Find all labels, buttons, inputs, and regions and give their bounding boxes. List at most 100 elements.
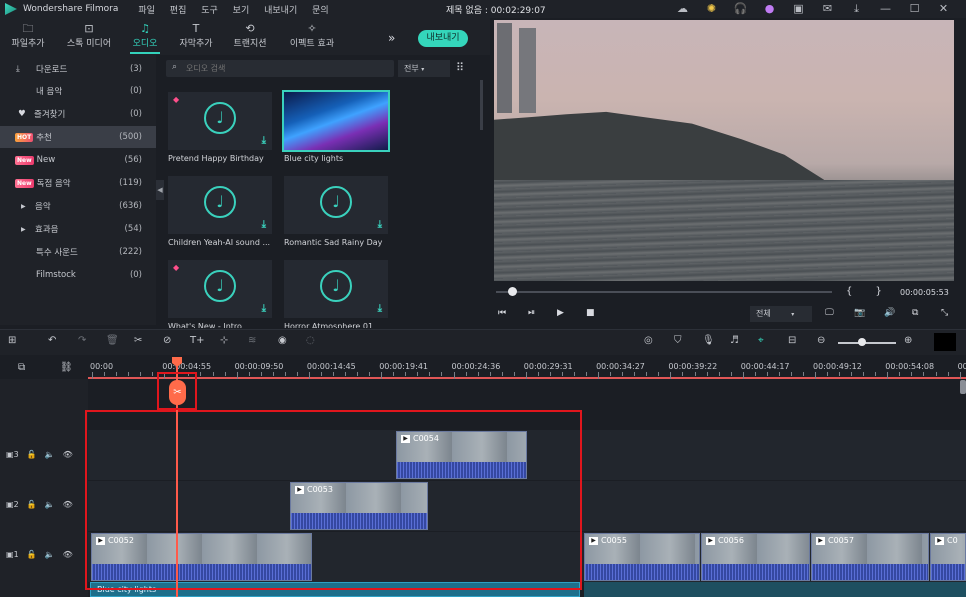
download-icon[interactable]: ⤓ [262, 219, 266, 230]
zoom-slider-knob[interactable] [858, 338, 866, 346]
video-clip[interactable]: ▶ C0057 [811, 533, 929, 581]
speaker-icon[interactable]: 🔈 [45, 450, 55, 459]
link-icon[interactable]: ⛓ [60, 362, 73, 373]
audio-wave-icon[interactable]: ≋ [248, 335, 256, 346]
video-clip[interactable]: ▶ C0 [930, 533, 966, 581]
tag-icon[interactable]: ⊘ [163, 335, 171, 346]
fit-icon[interactable]: ⊟ [788, 335, 796, 346]
tab-stock-media[interactable]: ⊡ 스톡 미디어 [62, 22, 116, 52]
video-clip[interactable]: ▶ C0056 [701, 533, 810, 581]
layout-icon[interactable]: ⊞ [8, 335, 16, 346]
mark-in-out[interactable]: { } [846, 286, 892, 297]
sidebar-item-downloads[interactable]: ⤓ 다운로드 (3) [0, 58, 156, 80]
sidebar-item-favorites[interactable]: ♥ 즐겨찾기 (0) [0, 103, 156, 125]
render-icon[interactable]: ◎ [644, 335, 653, 346]
cloud-icon[interactable]: ☁ [668, 2, 697, 16]
lock-icon[interactable]: 🔓 [27, 450, 37, 459]
pip-icon[interactable]: ⧉ [912, 308, 918, 318]
shield-icon[interactable]: ⛉ [674, 335, 682, 346]
play-icon[interactable]: ▶ [557, 308, 564, 318]
audio-item[interactable]: ◆ ♩ ⤓ Pretend Happy Birthday [168, 92, 272, 163]
adjust-icon[interactable]: ⊹ [220, 335, 228, 346]
timer-icon[interactable]: ◌ [306, 335, 315, 346]
add-text-icon[interactable]: T+ [190, 335, 205, 346]
collapse-sidebar-icon[interactable]: ◀ [156, 180, 164, 200]
cut-icon[interactable]: ✂ [134, 335, 142, 346]
sidebar-item-special-sounds[interactable]: 특수 사운드 (222) [0, 241, 156, 263]
sidebar-item-music[interactable]: ▶ 음악 (636) [0, 195, 156, 217]
sidebar-item-my-music[interactable]: 내 음악 (0) [0, 80, 156, 102]
minimize-icon[interactable]: — [871, 2, 900, 16]
download-icon[interactable]: ⤓ [378, 303, 382, 314]
eye-icon[interactable]: 👁 [63, 550, 73, 559]
sidebar-item-new[interactable]: New New (56) [0, 149, 156, 171]
add-track-icon[interactable]: ⧉ [18, 362, 25, 373]
maximize-icon[interactable]: ☐ [900, 2, 929, 16]
more-tabs-chevron-icon[interactable]: » [388, 31, 395, 45]
eye-icon[interactable]: 👁 [63, 450, 73, 459]
playback-quality-dropdown[interactable]: 전체 ▾ [750, 306, 812, 322]
bulb-icon[interactable]: ✺ [697, 2, 726, 16]
step-forward-icon[interactable]: ⏯ [528, 308, 535, 318]
audio-item[interactable]: ♩ ⤓ Children Yeah-AI sound ... [168, 176, 272, 247]
snap-icon[interactable]: ⌖ [758, 335, 764, 346]
stop-icon[interactable]: ■ [586, 308, 595, 318]
delete-icon[interactable]: 🗑 [106, 335, 119, 346]
speaker-icon[interactable]: 🔈 [45, 550, 55, 559]
lock-icon[interactable]: 🔓 [27, 550, 37, 559]
sidebar-item-sound-effects[interactable]: ▶ 효과음 (54) [0, 218, 156, 240]
zoom-in-icon[interactable]: ⊕ [904, 335, 912, 346]
seek-knob[interactable] [508, 287, 518, 296]
lock-icon[interactable]: 🔓 [27, 500, 37, 509]
search-input[interactable] [186, 62, 386, 75]
filter-dropdown[interactable]: 전부 ▾ [398, 60, 450, 77]
sidebar-item-filmstock[interactable]: Filmstock (0) [0, 264, 156, 286]
avatar-icon[interactable]: ● [755, 2, 784, 16]
audio-search-box[interactable]: ⌕ [166, 60, 394, 77]
export-button[interactable]: 내보내기 [418, 30, 468, 47]
close-icon[interactable]: ✕ [929, 2, 958, 16]
sidebar-item-exclusive-music[interactable]: New 독점 음악 (119) [0, 172, 156, 194]
headset-icon[interactable]: 🎧 [726, 2, 755, 16]
volume-icon[interactable]: 🔊 [884, 308, 895, 318]
media-scrollbar[interactable] [480, 80, 483, 130]
sidebar-item-recommended[interactable]: HOT 추천 (500) [0, 126, 156, 148]
expand-arrow-icon[interactable]: ▶ [21, 226, 35, 233]
tab-audio[interactable]: ♫ 오디오 [130, 22, 160, 54]
tab-import[interactable]: 🗀 파일추가 [8, 22, 48, 52]
eye-icon[interactable]: 👁 [63, 500, 73, 509]
audio-item[interactable]: ♩ ⤓ Romantic Sad Rainy Day [284, 176, 388, 247]
menu-edit[interactable]: 편집 [170, 6, 187, 16]
download-icon[interactable]: ⤓ [378, 219, 382, 230]
redo-icon[interactable]: ↷ [78, 335, 86, 346]
undo-icon[interactable]: ↶ [48, 335, 56, 346]
tab-titles[interactable]: T 자막추가 [176, 22, 216, 52]
music-list-icon[interactable]: ♬ [730, 335, 739, 346]
menu-file[interactable]: 파일 [138, 6, 155, 16]
download-icon[interactable]: ⤓ [262, 135, 266, 146]
timeline-scrollbar[interactable] [960, 380, 966, 394]
video-clip[interactable]: ▶ C0055 [584, 533, 700, 581]
tab-effects[interactable]: ✧ 이펙트 효과 [286, 22, 338, 52]
zoom-out-icon[interactable]: ⊖ [817, 335, 825, 346]
audio-item[interactable]: ◆ ♩ ⤓ What's New - Intro [168, 260, 272, 328]
audio-item[interactable]: Blue city lights [282, 90, 390, 163]
download-icon[interactable]: ⤓ [262, 303, 266, 314]
menu-help[interactable]: 문의 [312, 6, 329, 16]
prev-frame-icon[interactable]: ⏮ [498, 308, 506, 318]
menu-export[interactable]: 내보내기 [264, 6, 297, 16]
snapshot-icon[interactable]: 📷 [854, 308, 865, 318]
tab-transitions[interactable]: ⟲ 트랜지션 [230, 22, 270, 52]
speaker-icon[interactable]: 🔈 [45, 500, 55, 509]
menu-view[interactable]: 보기 [233, 6, 250, 16]
speed-icon[interactable]: ◉ [278, 335, 287, 346]
download-icon[interactable]: ⤓ [842, 2, 871, 16]
preview-seekbar[interactable] [496, 291, 832, 293]
mail-icon[interactable]: ✉ [813, 2, 842, 16]
monitor-icon[interactable]: 🖵 [825, 308, 834, 318]
grid-view-icon[interactable]: ⠿ [456, 61, 464, 74]
zoom-slider[interactable] [838, 342, 896, 344]
audio-item[interactable]: ♩ ⤓ Horror Atmosphere 01 [284, 260, 388, 328]
expand-arrow-icon[interactable]: ▶ [21, 203, 35, 210]
microphone-icon[interactable]: 🎙 [702, 335, 715, 346]
